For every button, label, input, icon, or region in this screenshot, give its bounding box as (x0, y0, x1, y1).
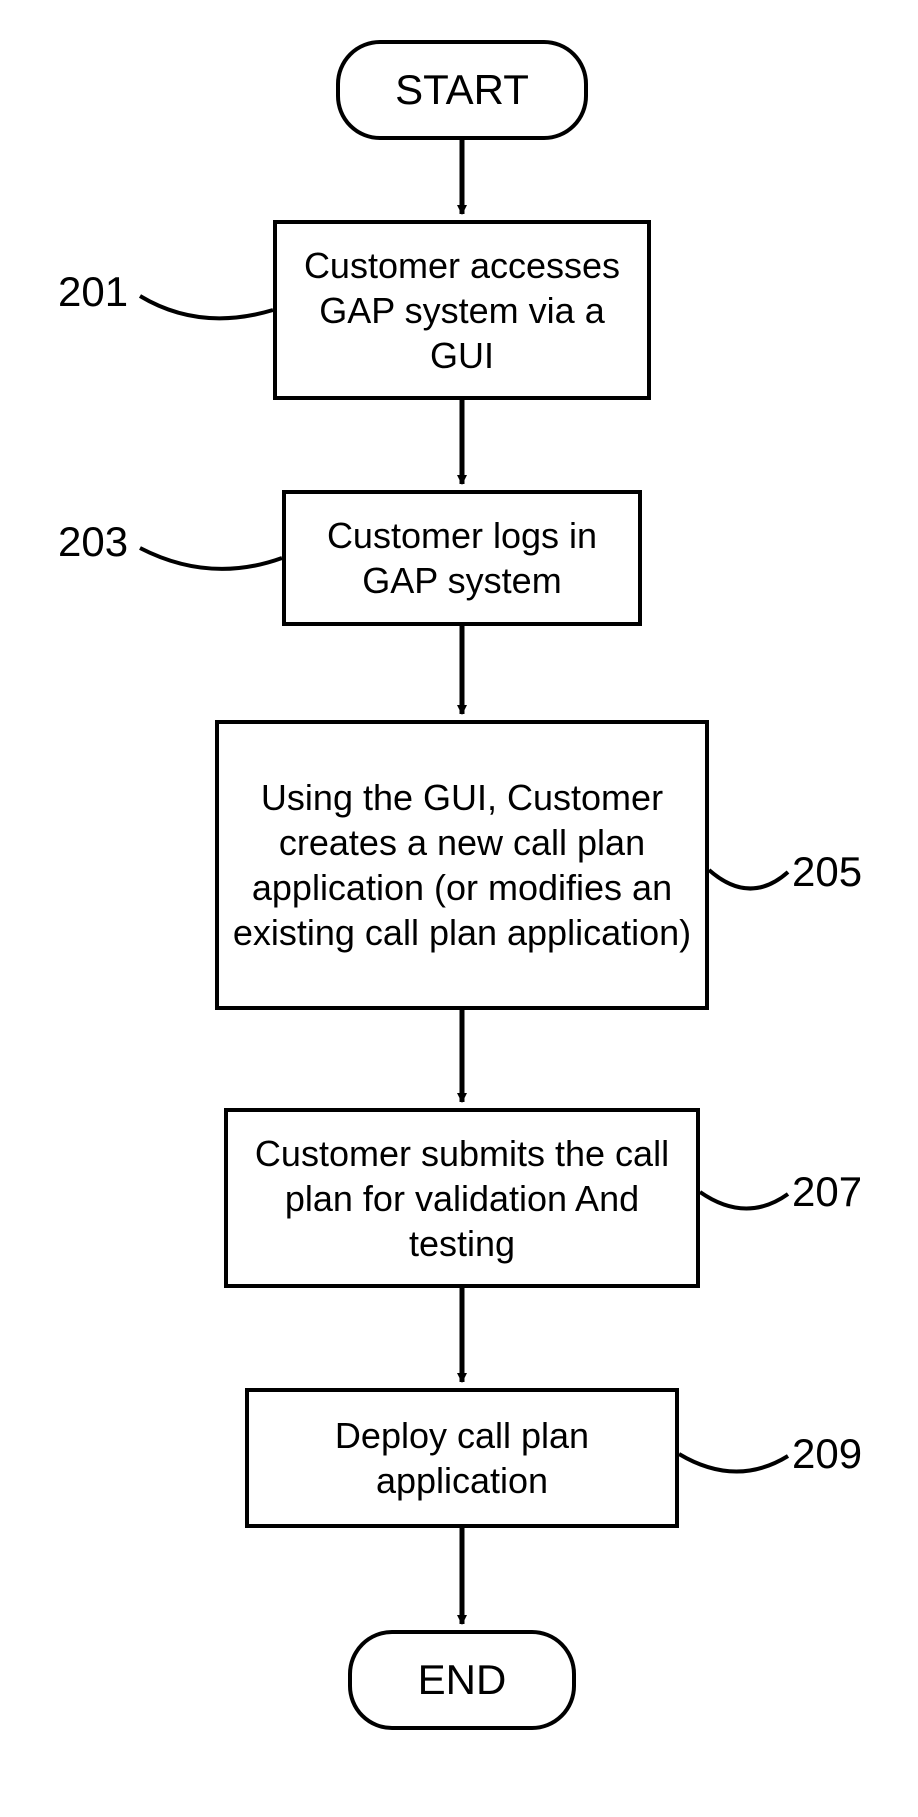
step-201-text: Customer accesses GAP system via a GUI (285, 243, 639, 378)
start-node: START (336, 40, 588, 140)
ref-207: 207 (792, 1168, 862, 1216)
start-label: START (395, 64, 529, 117)
end-label: END (418, 1654, 507, 1707)
ref-203: 203 (58, 518, 128, 566)
ref-201: 201 (58, 268, 128, 316)
step-207: Customer submits the call plan for valid… (224, 1108, 700, 1288)
step-209: Deploy call plan application (245, 1388, 679, 1528)
step-201: Customer accesses GAP system via a GUI (273, 220, 651, 400)
step-209-text: Deploy call plan application (257, 1413, 667, 1503)
step-203: Customer logs in GAP system (282, 490, 642, 626)
step-205-text: Using the GUI, Customer creates a new ca… (227, 775, 697, 955)
step-205: Using the GUI, Customer creates a new ca… (215, 720, 709, 1010)
ref-205: 205 (792, 848, 862, 896)
step-207-text: Customer submits the call plan for valid… (236, 1131, 688, 1266)
ref-209: 209 (792, 1430, 862, 1478)
flowchart: START Customer accesses GAP system via a… (0, 0, 918, 1817)
step-203-text: Customer logs in GAP system (294, 513, 630, 603)
end-node: END (348, 1630, 576, 1730)
